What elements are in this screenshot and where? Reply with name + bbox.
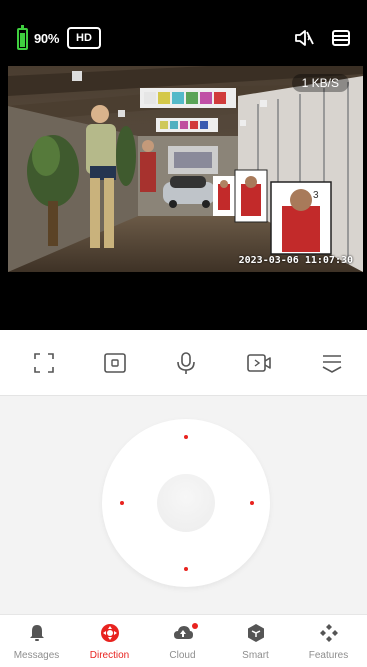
bell-icon bbox=[29, 625, 44, 641]
direction-pad-icon bbox=[100, 624, 119, 642]
screenshot-button[interactable] bbox=[102, 350, 128, 376]
bottom-tab-bar: Messages Direction Cloud Smart Features bbox=[0, 614, 367, 667]
video-panel: 90% HD 3 1 KB/S 2023-03-06 11:07:30 bbox=[0, 0, 367, 330]
cloud-notification-dot bbox=[192, 623, 198, 629]
direction-pad-center[interactable] bbox=[157, 474, 215, 532]
screenshot-icon bbox=[104, 353, 126, 373]
hd-quality-button[interactable]: HD bbox=[67, 27, 101, 49]
direction-left-indicator[interactable] bbox=[120, 501, 124, 505]
features-grid-icon bbox=[319, 624, 338, 642]
record-video-icon bbox=[247, 354, 271, 372]
cloud-upload-icon bbox=[173, 626, 193, 639]
tab-label: Features bbox=[308, 650, 349, 661]
video-timestamp: 2023-03-06 11:07:30 bbox=[238, 255, 353, 266]
battery-icon bbox=[17, 25, 28, 50]
direction-right-indicator[interactable] bbox=[250, 501, 254, 505]
tab-features[interactable]: Features bbox=[292, 615, 365, 667]
layout-list-icon[interactable] bbox=[331, 28, 351, 48]
tab-direction[interactable]: Direction bbox=[73, 615, 146, 667]
tab-messages[interactable]: Messages bbox=[0, 615, 73, 667]
tab-label: Cloud bbox=[169, 650, 196, 661]
speaker-muted-icon[interactable] bbox=[293, 28, 315, 48]
svg-text:3: 3 bbox=[313, 190, 319, 201]
fullscreen-button[interactable] bbox=[31, 350, 57, 376]
camera-screen: 90% HD 3 1 KB/S 2023-03-06 11:07:30 Mess… bbox=[0, 0, 367, 667]
battery-percent: 90% bbox=[34, 31, 60, 46]
microphone-icon bbox=[177, 352, 195, 374]
control-toolbar bbox=[0, 330, 367, 396]
fullscreen-icon bbox=[34, 353, 54, 373]
direction-pad[interactable] bbox=[102, 419, 270, 587]
direction-up-indicator[interactable] bbox=[184, 435, 188, 439]
tab-label: Messages bbox=[13, 650, 60, 661]
smart-cube-icon bbox=[247, 624, 264, 642]
more-menu-button[interactable] bbox=[319, 350, 345, 376]
tab-cloud[interactable]: Cloud bbox=[146, 615, 219, 667]
tab-label: Smart bbox=[242, 650, 269, 661]
video-frame-image: 3 bbox=[8, 66, 363, 272]
talk-button[interactable] bbox=[173, 350, 199, 376]
network-speed: 1 KB/S bbox=[291, 74, 349, 92]
live-video[interactable]: 3 1 KB/S 2023-03-06 11:07:30 bbox=[8, 66, 363, 272]
status-bar: 90% HD bbox=[0, 0, 367, 66]
tab-label: Direction bbox=[89, 650, 130, 661]
direction-panel bbox=[0, 396, 367, 614]
tab-smart[interactable]: Smart bbox=[219, 615, 292, 667]
record-button[interactable] bbox=[246, 350, 272, 376]
expand-menu-icon bbox=[322, 355, 342, 373]
direction-down-indicator[interactable] bbox=[184, 567, 188, 571]
